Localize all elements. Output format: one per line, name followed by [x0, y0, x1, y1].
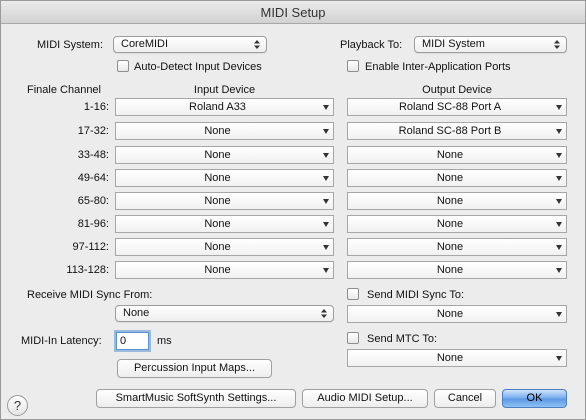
- channel-range-label: 17-32:: [77, 125, 109, 137]
- output-device-select[interactable]: None: [347, 192, 567, 210]
- receive-sync-value: None: [123, 307, 150, 319]
- input-device-value: None: [204, 264, 231, 276]
- up-down-arrows-icon: [321, 309, 327, 318]
- dropdown-arrow-icon: [323, 199, 329, 204]
- dropdown-arrow-icon: [556, 176, 562, 181]
- playback-to-value: MIDI System: [422, 38, 485, 50]
- help-icon[interactable]: ?: [7, 395, 28, 416]
- dropdown-arrow-icon: [323, 222, 329, 227]
- send-sync-label: Send MIDI Sync To:: [367, 289, 465, 301]
- dropdown-arrow-icon: [323, 105, 329, 110]
- dropdown-arrow-icon: [556, 105, 562, 110]
- dropdown-arrow-icon: [556, 312, 562, 317]
- playback-to-label: Playback To:: [340, 39, 403, 51]
- output-device-value: None: [436, 241, 464, 253]
- send-sync-value: None: [436, 308, 464, 320]
- channel-range-label: 49-64:: [77, 172, 109, 184]
- output-device-value: None: [436, 195, 464, 207]
- dropdown-arrow-icon: [323, 245, 329, 250]
- dropdown-arrow-icon: [556, 222, 562, 227]
- input-device-select[interactable]: None: [115, 261, 334, 279]
- audio-midi-setup-button[interactable]: Audio MIDI Setup...: [302, 389, 428, 408]
- latency-input[interactable]: 0: [116, 332, 149, 350]
- receive-sync-popup[interactable]: None: [115, 305, 334, 322]
- midi-system-label: MIDI System:: [37, 39, 104, 51]
- auto-detect-checkbox[interactable]: [117, 60, 129, 72]
- latency-label: MIDI-In Latency:: [21, 335, 102, 347]
- output-device-select[interactable]: None: [347, 261, 567, 279]
- dropdown-arrow-icon: [556, 129, 562, 134]
- output-device-select[interactable]: None: [347, 215, 567, 233]
- inter-app-label: Enable Inter-Application Ports: [365, 61, 511, 73]
- dropdown-arrow-icon: [323, 268, 329, 273]
- output-device-select[interactable]: None: [347, 169, 567, 187]
- channel-range-label: 65-80:: [77, 195, 109, 207]
- output-device-select[interactable]: Roland SC-88 Port B: [347, 122, 567, 140]
- midi-setup-window: MIDI Setup MIDI System: CoreMIDI Playbac…: [0, 0, 586, 420]
- dropdown-arrow-icon: [556, 245, 562, 250]
- channel-range-label: 33-48:: [77, 149, 109, 161]
- latency-unit: ms: [157, 335, 172, 347]
- channel-header: Finale Channel: [27, 84, 101, 96]
- output-device-select[interactable]: None: [347, 146, 567, 164]
- output-device-value: Roland SC-88 Port A: [398, 101, 502, 113]
- output-device-header: Output Device: [422, 84, 492, 96]
- input-device-select[interactable]: None: [115, 192, 334, 210]
- send-sync-select[interactable]: None: [347, 305, 567, 323]
- output-device-select[interactable]: Roland SC-88 Port A: [347, 98, 567, 116]
- send-mtc-value: None: [436, 352, 464, 364]
- dropdown-arrow-icon: [323, 129, 329, 134]
- input-device-value: None: [204, 172, 231, 184]
- ok-button[interactable]: OK: [502, 389, 567, 408]
- send-mtc-label: Send MTC To:: [367, 333, 438, 345]
- input-device-select[interactable]: None: [115, 169, 334, 187]
- channel-range-label: 81-96:: [77, 218, 109, 230]
- inter-app-checkbox[interactable]: [347, 60, 359, 72]
- input-device-select[interactable]: None: [115, 122, 334, 140]
- channel-range-label: 97-112:: [72, 241, 110, 253]
- dropdown-arrow-icon: [556, 153, 562, 158]
- auto-detect-label: Auto-Detect Input Devices: [134, 61, 262, 73]
- up-down-arrows-icon: [254, 40, 260, 49]
- channel-range-label: 113-128:: [66, 264, 109, 276]
- send-mtc-select[interactable]: None: [347, 349, 567, 367]
- output-device-value: None: [436, 264, 464, 276]
- send-sync-checkbox[interactable]: [347, 288, 359, 300]
- percussion-input-maps-button[interactable]: Percussion Input Maps...: [117, 359, 272, 378]
- dropdown-arrow-icon: [323, 153, 329, 158]
- window-title: MIDI Setup: [1, 1, 585, 24]
- input-device-value: None: [204, 241, 231, 253]
- output-device-value: None: [436, 149, 464, 161]
- midi-system-popup[interactable]: CoreMIDI: [113, 36, 267, 53]
- receive-sync-label: Receive MIDI Sync From:: [27, 289, 153, 301]
- midi-system-value: CoreMIDI: [121, 38, 169, 50]
- input-device-value: None: [204, 218, 231, 230]
- dropdown-arrow-icon: [556, 199, 562, 204]
- input-device-select[interactable]: None: [115, 238, 334, 256]
- send-mtc-checkbox[interactable]: [347, 332, 359, 344]
- output-device-select[interactable]: None: [347, 238, 567, 256]
- smartmusic-softsynth-settings-button[interactable]: SmartMusic SoftSynth Settings...: [96, 389, 296, 408]
- dropdown-arrow-icon: [556, 268, 562, 273]
- input-device-select[interactable]: None: [115, 215, 334, 233]
- input-device-value: None: [204, 195, 231, 207]
- output-device-value: None: [436, 172, 464, 184]
- output-device-value: Roland SC-88 Port B: [398, 125, 502, 137]
- input-device-header: Input Device: [193, 84, 256, 96]
- playback-to-popup[interactable]: MIDI System: [414, 36, 567, 53]
- channel-range-label: 1-16:: [83, 101, 109, 113]
- output-device-value: None: [436, 218, 464, 230]
- input-device-value: None: [204, 125, 231, 137]
- up-down-arrows-icon: [554, 40, 560, 49]
- cancel-button[interactable]: Cancel: [434, 389, 496, 408]
- input-device-value: None: [204, 149, 231, 161]
- dropdown-arrow-icon: [323, 176, 329, 181]
- input-device-value: Roland A33: [189, 101, 246, 113]
- input-device-select[interactable]: Roland A33: [115, 98, 334, 116]
- dropdown-arrow-icon: [556, 356, 562, 361]
- input-device-select[interactable]: None: [115, 146, 334, 164]
